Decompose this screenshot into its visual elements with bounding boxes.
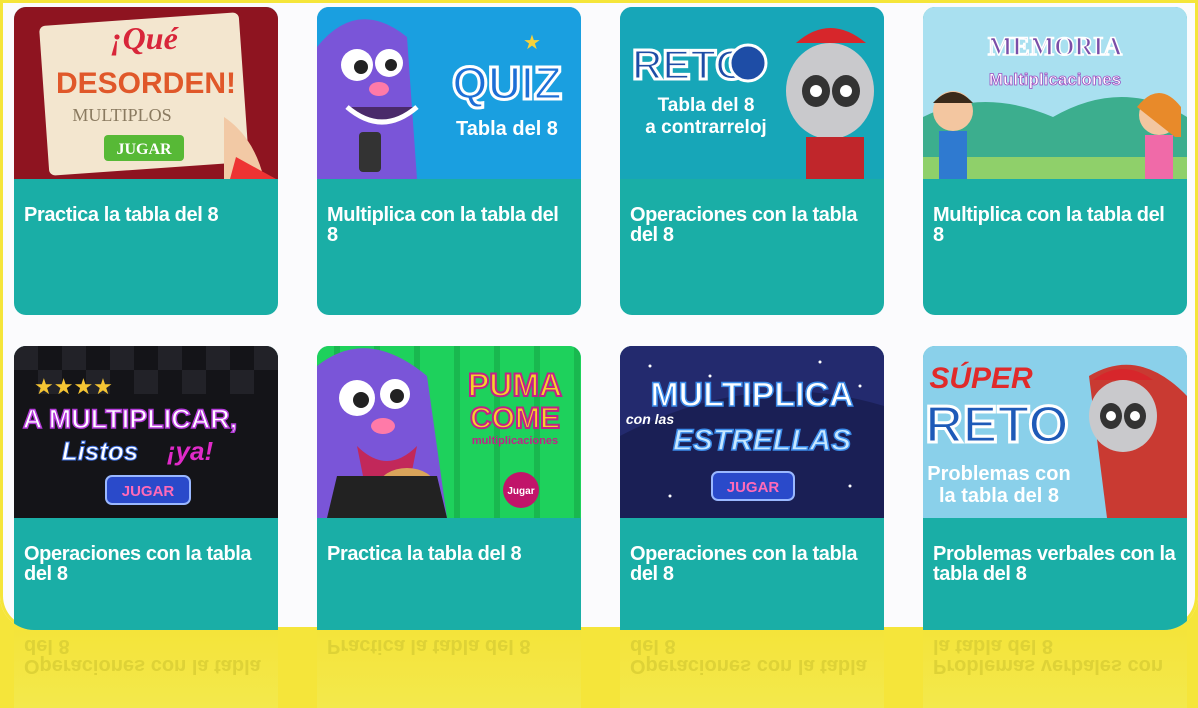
- game-thumbnail[interactable]: QUIZ Tabla del 8 ★: [317, 7, 581, 179]
- game-thumbnail[interactable]: SÚPER RETO Problemas con la tabla del 8: [923, 346, 1187, 518]
- svg-text:Tabla del 8: Tabla del 8: [658, 95, 755, 116]
- svg-text:Multiplicaciones: Multiplicaciones: [989, 70, 1121, 89]
- reflection-text: Operaciones con la tabla del 8: [24, 635, 261, 677]
- reflection-card: Operaciones con la tabla del 8: [14, 630, 278, 708]
- svg-text:MULTIPLICA: MULTIPLICA: [650, 376, 853, 414]
- svg-text:A MULTIPLICAR,: A MULTIPLICAR,: [23, 404, 237, 434]
- reflection-card: Practica la tabla del 8: [317, 630, 581, 708]
- game-thumbnail[interactable]: MULTIPLICA con las ESTRELLAS JUGAR: [620, 346, 884, 518]
- svg-text:COME: COME: [470, 402, 560, 435]
- game-card-memoria[interactable]: MEMORIA Multiplicaciones Multiplica con …: [923, 7, 1187, 315]
- game-title[interactable]: Operaciones con la tabla del 8: [630, 205, 874, 245]
- game-card-a-multiplicar[interactable]: ★★★★ A MULTIPLICAR, Listos ¡ya! JUGAR Op…: [14, 346, 278, 630]
- svg-text:Listos: Listos: [62, 436, 139, 466]
- game-title[interactable]: Problemas verbales con la tabla del 8: [933, 544, 1177, 584]
- game-card-quiz[interactable]: QUIZ Tabla del 8 ★ Multiplica con la tab…: [317, 7, 581, 315]
- svg-text:PUMA: PUMA: [468, 367, 562, 403]
- svg-text:a contrarreloj: a contrarreloj: [645, 117, 766, 138]
- game-title[interactable]: Multiplica con la tabla del 8: [327, 205, 571, 245]
- game-title[interactable]: Practica la tabla del 8: [24, 205, 268, 225]
- game-title[interactable]: Practica la tabla del 8: [327, 544, 571, 564]
- reflection-card: Problemas verbales con la tabla del 8: [923, 630, 1187, 708]
- reflection-text: Problemas verbales con la tabla del 8: [933, 635, 1164, 677]
- svg-text:MULTIPLOS: MULTIPLOS: [72, 105, 171, 125]
- svg-text:★★★★: ★★★★: [34, 374, 113, 399]
- svg-text:la tabla del 8: la tabla del 8: [939, 485, 1059, 507]
- game-card-multiplica-estrellas[interactable]: MULTIPLICA con las ESTRELLAS JUGAR Opera…: [620, 346, 884, 630]
- game-thumbnail[interactable]: ★★★★ A MULTIPLICAR, Listos ¡ya! JUGAR: [14, 346, 278, 518]
- svg-text:ESTRELLAS: ESTRELLAS: [673, 424, 851, 457]
- svg-text:RETO: RETO: [925, 396, 1069, 454]
- game-thumbnail[interactable]: PUMA COME multiplicaciones Jugar: [317, 346, 581, 518]
- svg-text:Tabla del 8: Tabla del 8: [456, 118, 558, 140]
- reflection-card: Operaciones con la tabla del 8: [620, 630, 884, 708]
- svg-text:MEMORIA: MEMORIA: [988, 32, 1123, 61]
- svg-text:multiplicaciones: multiplicaciones: [472, 435, 558, 447]
- svg-text:Problemas con: Problemas con: [927, 463, 1070, 485]
- game-card-que-desorden[interactable]: ¡Qué DESORDEN! MULTIPLOS JUGAR Practica …: [14, 7, 278, 315]
- game-title[interactable]: Operaciones con la tabla del 8: [24, 544, 268, 584]
- game-title[interactable]: Operaciones con la tabla del 8: [630, 544, 874, 584]
- svg-text:¡ya!: ¡ya!: [167, 436, 214, 466]
- game-card-reto[interactable]: RETO Tabla del 8 a contrarreloj Operacio…: [620, 7, 884, 315]
- svg-text:Jugar: Jugar: [507, 486, 534, 497]
- game-title[interactable]: Multiplica con la tabla del 8: [933, 205, 1177, 245]
- game-thumbnail[interactable]: ¡Qué DESORDEN! MULTIPLOS JUGAR: [14, 7, 278, 179]
- game-card-puma-come[interactable]: PUMA COME multiplicaciones Jugar Practic…: [317, 346, 581, 630]
- svg-text:★: ★: [523, 32, 541, 54]
- reflection-text: Operaciones con la tabla del 8: [630, 635, 867, 677]
- svg-text:QUIZ: QUIZ: [452, 57, 562, 109]
- reflection-text: Practica la tabla del 8: [327, 635, 531, 657]
- game-thumbnail[interactable]: MEMORIA Multiplicaciones: [923, 7, 1187, 179]
- svg-text:con las: con las: [626, 411, 674, 427]
- reflection-strip: Operaciones con la tabla del 8 Practica …: [0, 630, 1198, 708]
- svg-text:JUGAR: JUGAR: [727, 479, 780, 496]
- svg-text:SÚPER: SÚPER: [929, 361, 1033, 395]
- svg-text:DESORDEN!: DESORDEN!: [56, 67, 236, 100]
- games-panel: ¡Qué DESORDEN! MULTIPLOS JUGAR Practica …: [0, 0, 1198, 630]
- game-card-super-reto[interactable]: SÚPER RETO Problemas con la tabla del 8 …: [923, 346, 1187, 630]
- svg-text:JUGAR: JUGAR: [116, 141, 172, 158]
- svg-text:JUGAR: JUGAR: [122, 483, 175, 500]
- game-grid: ¡Qué DESORDEN! MULTIPLOS JUGAR Practica …: [0, 0, 1198, 630]
- game-thumbnail[interactable]: RETO Tabla del 8 a contrarreloj: [620, 7, 884, 179]
- svg-text:¡Qué: ¡Qué: [110, 20, 179, 56]
